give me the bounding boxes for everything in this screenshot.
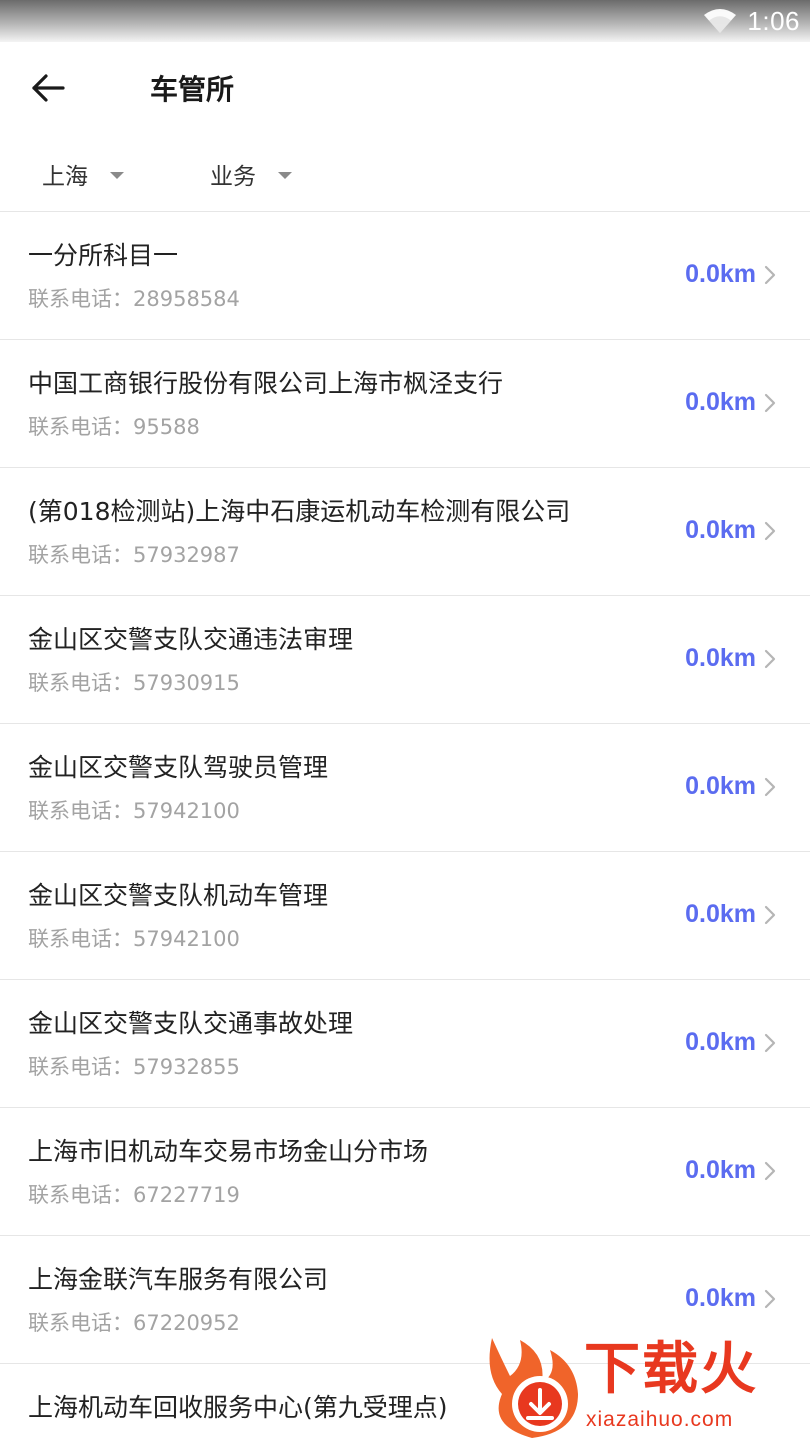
screen: 1:06 车管所 上海 业务 一分所科目一 联系电话：28958584 0.0k… [0, 0, 810, 1440]
item-distance: 0.0km [685, 1284, 756, 1312]
item-distance: 0.0km [685, 516, 756, 544]
item-distance: 0.0km [685, 644, 756, 672]
item-name: 一分所科目一 [28, 241, 179, 270]
list-item[interactable]: 上海市旧机动车交易市场金山分市场 联系电话：67227719 0.0km [0, 1108, 810, 1236]
item-name: 金山区交警支队交通违法审理 [28, 625, 354, 654]
item-name: (第018检测站)上海中石康运机动车检测有限公司 [28, 497, 571, 526]
wifi-icon [703, 8, 737, 34]
city-filter-dropdown[interactable]: 上海 [42, 156, 124, 192]
chevron-right-icon [764, 393, 776, 413]
list-item[interactable]: 中国工商银行股份有限公司上海市枫泾支行 联系电话：95588 0.0km [0, 340, 810, 468]
back-button[interactable] [22, 64, 74, 116]
item-phone: 联系电话：67227719 [28, 1183, 240, 1207]
business-filter-label: 业务 [210, 164, 256, 190]
item-distance: 0.0km [685, 772, 756, 800]
item-phone: 联系电话：67220952 [28, 1311, 240, 1335]
item-name: 金山区交警支队交通事故处理 [28, 1009, 354, 1038]
list-item[interactable]: 金山区交警支队机动车管理 联系电话：57942100 0.0km [0, 852, 810, 980]
list-item[interactable]: 上海机动车回收服务中心(第九受理点) [0, 1364, 810, 1440]
item-phone: 联系电话：57930915 [28, 671, 240, 695]
item-name: 金山区交警支队驾驶员管理 [28, 753, 329, 782]
filter-bar: 上海 业务 [0, 138, 810, 212]
item-phone: 联系电话：95588 [28, 415, 200, 439]
list-item[interactable]: (第018检测站)上海中石康运机动车检测有限公司 联系电话：57932987 0… [0, 468, 810, 596]
item-phone: 联系电话：57942100 [28, 927, 240, 951]
item-distance: 0.0km [685, 260, 756, 288]
status-bar: 1:06 [0, 0, 810, 42]
item-name: 金山区交警支队机动车管理 [28, 881, 329, 910]
list-item[interactable]: 一分所科目一 联系电话：28958584 0.0km [0, 212, 810, 340]
office-list: 一分所科目一 联系电话：28958584 0.0km 中国工商银行股份有限公司上… [0, 212, 810, 1440]
chevron-right-icon [764, 521, 776, 541]
item-distance: 0.0km [685, 388, 756, 416]
page-title: 车管所 [150, 73, 235, 106]
chevron-right-icon [764, 265, 776, 285]
app-header: 车管所 [0, 42, 810, 138]
item-phone: 联系电话：28958584 [28, 287, 240, 311]
city-filter-label: 上海 [42, 164, 88, 190]
list-item[interactable]: 金山区交警支队交通事故处理 联系电话：57932855 0.0km [0, 980, 810, 1108]
business-filter-dropdown[interactable]: 业务 [210, 156, 292, 192]
item-name: 上海机动车回收服务中心(第九受理点) [28, 1393, 448, 1422]
chevron-right-icon [764, 649, 776, 669]
item-phone: 联系电话：57942100 [28, 799, 240, 823]
chevron-right-icon [764, 1161, 776, 1181]
item-phone: 联系电话：57932855 [28, 1055, 240, 1079]
chevron-right-icon [764, 1033, 776, 1053]
caret-down-icon [278, 171, 292, 179]
item-distance: 0.0km [685, 1156, 756, 1184]
chevron-right-icon [764, 905, 776, 925]
caret-down-icon [110, 171, 124, 179]
item-distance: 0.0km [685, 900, 756, 928]
item-name: 上海市旧机动车交易市场金山分市场 [28, 1137, 429, 1166]
status-time: 1:06 [747, 5, 800, 36]
item-name: 中国工商银行股份有限公司上海市枫泾支行 [28, 369, 504, 398]
list-item[interactable]: 金山区交警支队交通违法审理 联系电话：57930915 0.0km [0, 596, 810, 724]
item-phone: 联系电话：57932987 [28, 543, 240, 567]
item-name: 上海金联汽车服务有限公司 [28, 1265, 329, 1294]
item-distance: 0.0km [685, 1028, 756, 1056]
status-right: 1:06 [703, 4, 800, 38]
chevron-right-icon [764, 777, 776, 797]
arrow-left-icon [31, 73, 65, 107]
list-item[interactable]: 上海金联汽车服务有限公司 联系电话：67220952 0.0km [0, 1236, 810, 1364]
chevron-right-icon [764, 1289, 776, 1309]
list-item[interactable]: 金山区交警支队驾驶员管理 联系电话：57942100 0.0km [0, 724, 810, 852]
